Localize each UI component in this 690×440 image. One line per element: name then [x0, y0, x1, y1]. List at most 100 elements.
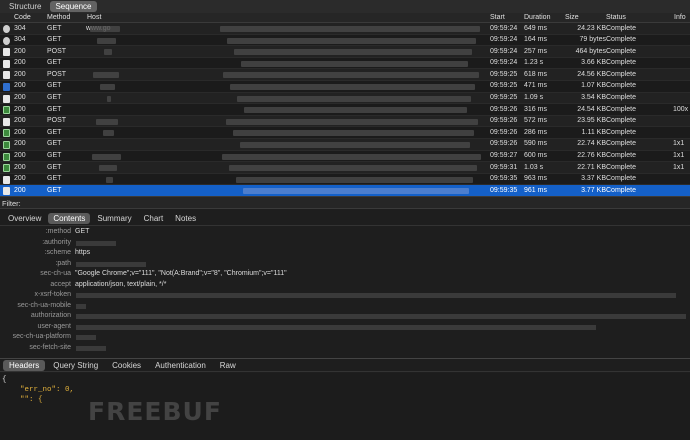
tab-headers[interactable]: Headers	[3, 359, 46, 371]
table-row[interactable]: 200 POST 09:59:26 572 ms 23.95 KB Complete	[0, 115, 690, 128]
column-duration[interactable]: Duration	[524, 14, 550, 21]
table-row[interactable]: 200 GET 09:59:31 1.03 s 22.71 KB Complete 1x1	[0, 162, 690, 174]
table-row[interactable]: 200 POST 09:59:24 257 ms 464 bytes Complete	[0, 46, 690, 58]
tab-chart[interactable]: Chart	[139, 213, 169, 224]
tab-notes[interactable]: Notes	[170, 213, 201, 224]
table-row[interactable]: 304 GET 09:59:24 164 ms 79 bytes Complete	[0, 34, 690, 47]
info-cell: 100x	[673, 105, 689, 113]
status-code-cell: 200	[14, 59, 26, 67]
status-cell: Complete	[606, 140, 636, 148]
redacted-text	[229, 165, 477, 172]
start-cell: 09:59:24	[490, 59, 518, 67]
redacted-text	[220, 26, 480, 32]
header-row: sec-ch-ua-platform	[0, 333, 690, 343]
table-row[interactable]: 200 GET 09:59:35 963 ms 3.37 KB Complete	[0, 173, 690, 186]
size-cell: 24.23 KB	[577, 24, 606, 32]
redacted-text	[104, 49, 112, 56]
tab-raw[interactable]: Raw	[214, 360, 242, 371]
table-row[interactable]: 200 POST 09:59:25 618 ms 24.56 KB Complete	[0, 69, 690, 81]
table-row[interactable]: 200 GET 09:59:26 286 ms 1.11 KB Complete	[0, 127, 690, 139]
method-cell: GET	[47, 175, 62, 183]
redacted-text	[234, 49, 472, 56]
header-value: "Google Chrome";v="111", "Not(A:Brand";v…	[75, 270, 287, 277]
header-row: :scheme https	[0, 249, 690, 259]
column-host[interactable]: Host	[87, 14, 101, 21]
document-icon	[3, 94, 10, 103]
status-cell: Complete	[606, 128, 636, 136]
redacted-text	[76, 345, 106, 351]
status-cell: Complete	[606, 24, 636, 32]
table-row[interactable]: 200 GET 09:59:24 1.23 s 3.66 KB Complete	[0, 57, 690, 70]
column-code[interactable]: Code	[14, 14, 31, 21]
table-row[interactable]: 200 GET 09:59:26 316 ms 24.54 KB Complete 100x	[0, 104, 690, 116]
redacted-text	[237, 95, 471, 102]
tab-structure[interactable]: Structure	[4, 1, 46, 12]
header-key: :authority	[42, 238, 71, 246]
column-start[interactable]: Start	[490, 14, 505, 21]
tab-overview[interactable]: Overview	[3, 213, 46, 224]
column-info[interactable]: Info	[674, 14, 686, 21]
column-method[interactable]: Method	[47, 14, 70, 21]
size-cell: 1.11 KB	[581, 128, 606, 136]
info-cell: 1x1	[673, 152, 685, 160]
redacted-text	[97, 37, 116, 44]
table-row[interactable]: 200 GET 09:59:25 471 ms 1.07 KB Complete	[0, 80, 690, 93]
tab-summary[interactable]: Summary	[92, 213, 136, 224]
start-cell: 09:59:25	[490, 82, 518, 90]
method-cell: GET	[47, 128, 62, 136]
start-cell: 09:59:26	[490, 117, 518, 125]
table-row[interactable]: 200 GET 09:59:25 1.09 s 3.54 KB Complete	[0, 92, 690, 105]
redacted-text	[103, 130, 114, 137]
table-row[interactable]: 200 GET 09:59:27 600 ms 22.76 KB Complete 1x1	[0, 150, 690, 163]
size-cell: 22.71 KB	[577, 163, 606, 171]
status-code-cell: 200	[14, 152, 26, 160]
document-icon	[3, 187, 10, 196]
status-code-cell: 200	[14, 94, 26, 102]
request-headers-table: :method GET :authority :scheme https:path sec…	[0, 228, 690, 356]
column-status[interactable]: Status	[606, 14, 626, 21]
method-cell: GET	[47, 186, 62, 194]
header-value: GET	[75, 228, 90, 235]
table-row[interactable]: 304GETwww.go09:59:24649 ms24.23 KBComple…	[0, 23, 690, 35]
header-row: authorization	[0, 312, 690, 322]
redacted-text	[106, 176, 113, 183]
top-toolbar: Structure Sequence	[0, 0, 690, 13]
redacted-text	[93, 72, 119, 79]
status-code-cell: 200	[14, 47, 26, 55]
column-size[interactable]: Size	[565, 14, 579, 21]
status-code-cell: 304	[14, 24, 26, 32]
status-cell: Complete	[606, 36, 636, 44]
header-value: https	[75, 249, 91, 256]
status-code-cell: 200	[14, 175, 26, 183]
tab-authentication[interactable]: Authentication	[149, 360, 212, 371]
status-cell: Complete	[606, 47, 636, 55]
start-cell: 09:59:24	[490, 24, 518, 32]
method-cell: GET	[47, 24, 62, 32]
size-cell: 24.54 KB	[577, 105, 606, 113]
redacted-text	[222, 153, 481, 160]
tab-contents[interactable]: Contents	[48, 213, 91, 224]
start-cell: 09:59:26	[490, 140, 518, 148]
document-icon	[3, 82, 10, 91]
start-cell: 09:59:25	[490, 70, 518, 78]
tab-sequence[interactable]: Sequence	[50, 1, 97, 12]
table-row[interactable]: 200 GET 09:59:26 590 ms 22.74 KB Complete 1x1	[0, 138, 690, 151]
tab-cookies[interactable]: Cookies	[106, 360, 147, 371]
header-key: sec-fetch-site	[29, 343, 71, 351]
header-row: sec-ch-ua-mobile	[0, 302, 690, 312]
method-cell: GET	[47, 140, 62, 148]
duration-cell: 1.23 s	[524, 59, 544, 67]
json-line: "err_no": 0,	[2, 386, 75, 394]
filter-bar[interactable]: Filter:	[0, 196, 690, 209]
redacted-text	[96, 118, 118, 125]
document-icon	[3, 175, 10, 184]
method-cell: GET	[47, 105, 62, 113]
header-key: :path	[55, 259, 71, 267]
duration-cell: 963 ms	[524, 175, 547, 183]
redacted-text	[76, 261, 146, 267]
status-code-cell: 200	[14, 186, 26, 194]
tab-query-string[interactable]: Query String	[47, 360, 104, 371]
header-key: :method	[45, 228, 71, 235]
size-cell: 3.66 KB	[581, 59, 606, 67]
size-cell: 464 bytes	[575, 47, 606, 55]
